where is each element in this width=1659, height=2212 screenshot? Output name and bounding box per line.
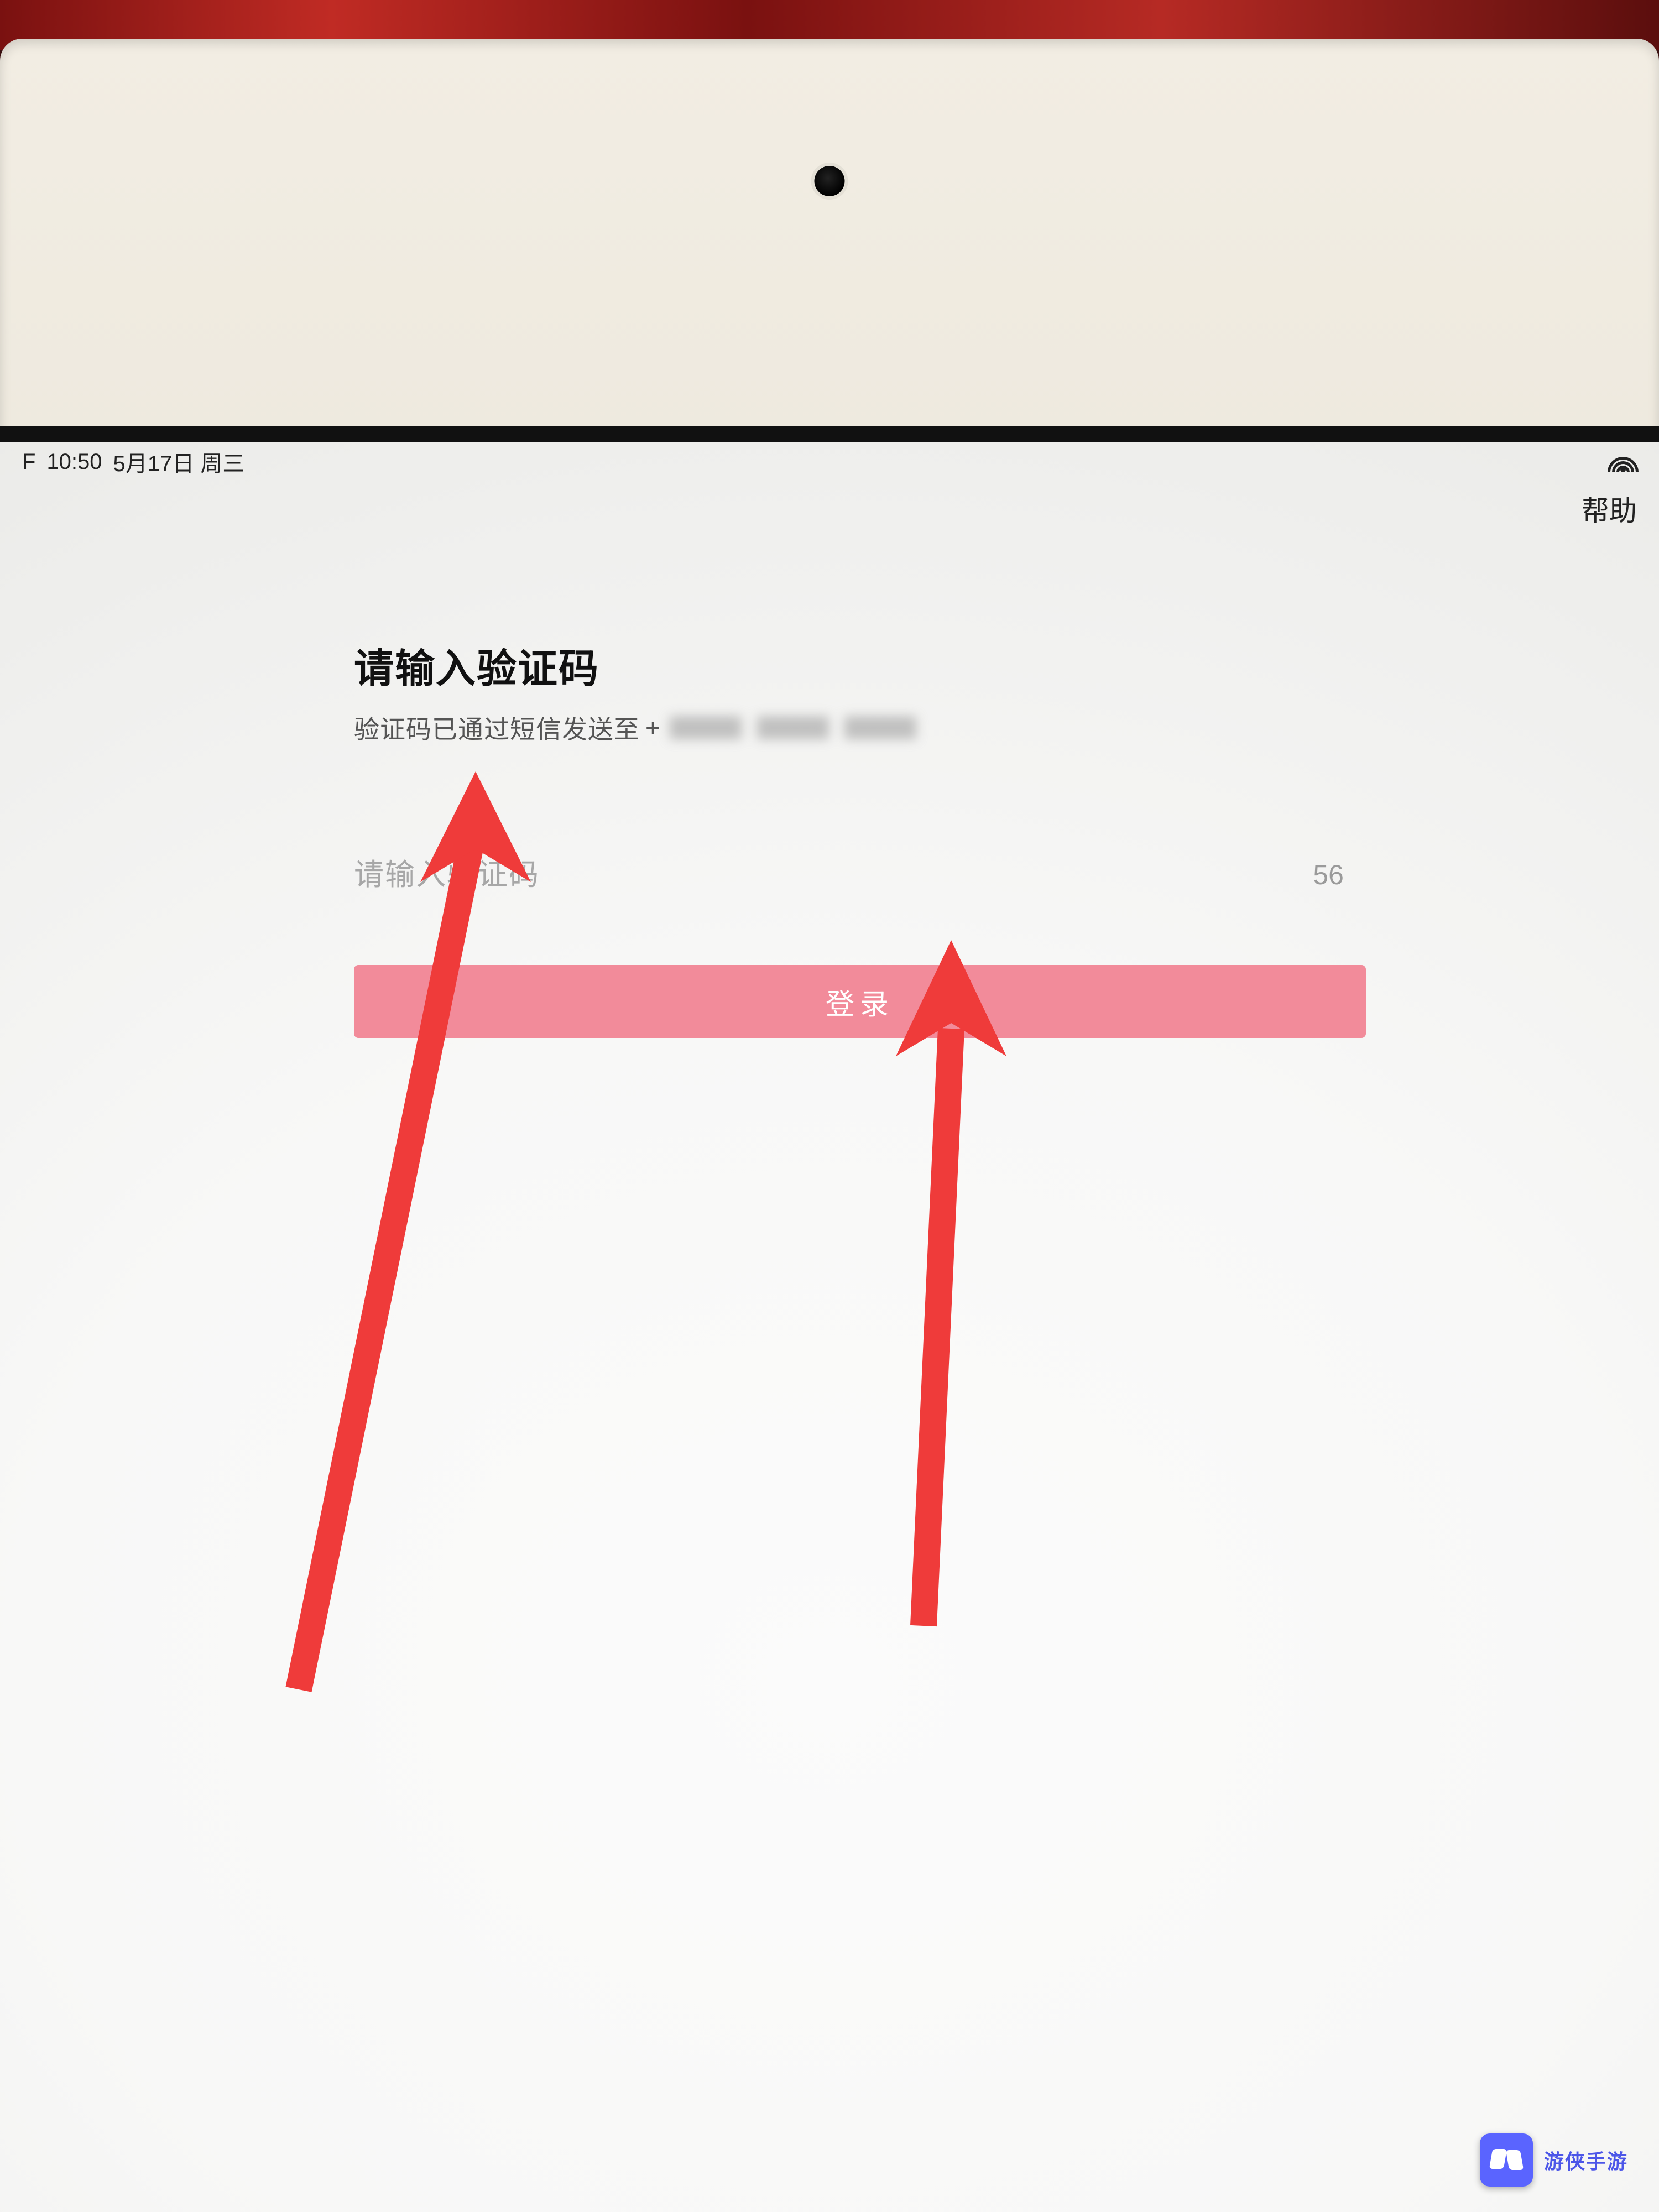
top-nav: 帮助 — [0, 481, 1659, 536]
phone-prefix: + — [645, 713, 661, 743]
status-time-prefix: F — [22, 450, 35, 474]
watermark: 游侠手游 — [1480, 2133, 1628, 2187]
login-button[interactable]: 登录 — [354, 965, 1366, 1038]
help-link[interactable]: 帮助 — [1582, 489, 1637, 529]
login-content: 请输入验证码 验证码已通过短信发送至 + 56 登录 — [0, 636, 1659, 1038]
status-time: 10:50 — [46, 450, 102, 474]
status-left: F 10:50 5月17日 周三 — [22, 446, 244, 478]
watermark-logo-icon — [1480, 2133, 1533, 2187]
verification-code-input[interactable] — [354, 851, 1018, 899]
tablet-bezel: F 10:50 5月17日 周三 帮助 请输入验证码 验证码已通过短信发送至 + — [0, 39, 1659, 2212]
status-bar: F 10:50 5月17日 周三 — [0, 442, 1659, 481]
annotation-arrow-login — [841, 940, 1040, 1631]
wifi-icon — [1609, 451, 1637, 472]
masked-phone-number — [670, 716, 916, 739]
subtitle: 验证码已通过短信发送至 + — [354, 709, 1471, 746]
page-title: 请输入验证码 — [354, 636, 1471, 694]
subtitle-text: 验证码已通过短信发送至 — [354, 709, 640, 746]
resend-countdown: 56 — [1313, 859, 1366, 891]
code-row: 56 — [354, 851, 1366, 899]
front-camera-icon — [815, 166, 845, 196]
status-date: 5月17日 周三 — [113, 446, 245, 478]
screen-area: F 10:50 5月17日 周三 帮助 请输入验证码 验证码已通过短信发送至 + — [0, 426, 1659, 2212]
watermark-text: 游侠手游 — [1544, 2146, 1628, 2174]
